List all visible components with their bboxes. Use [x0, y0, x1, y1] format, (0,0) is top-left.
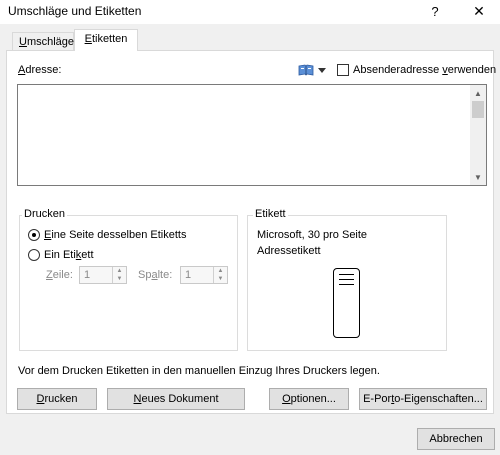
close-button[interactable]: ✕ [464, 0, 494, 22]
print-button[interactable]: Drucken [17, 388, 97, 410]
label-vendor-text: Microsoft, 30 pro Seite [257, 229, 368, 241]
print-hint: Vor dem Drucken Etiketten in den manuell… [18, 365, 380, 377]
tab-etiketten[interactable]: Etiketten [74, 29, 138, 51]
eporto-properties-button[interactable]: E-Por t o-Eigenschaften... [359, 388, 487, 410]
column-value: 1 [185, 269, 192, 281]
label-type-text: Adressetikett [257, 245, 321, 257]
row-spinner[interactable]: 1 ▲ ▼ [79, 266, 127, 284]
preview-line [339, 274, 354, 275]
radio-single-label[interactable] [28, 249, 40, 261]
label-group-label: Etikett [253, 208, 288, 220]
help-button[interactable]: ? [420, 0, 450, 22]
scroll-down-icon[interactable]: ▼ [470, 169, 486, 185]
sender-address-label[interactable]: Absenderadresse verwenden [353, 64, 496, 76]
preview-line [339, 284, 354, 285]
print-group-label: Drucken [22, 208, 67, 220]
column-label: Spalte: [138, 269, 173, 281]
spinner-arrows-icon[interactable]: ▲ ▼ [213, 267, 227, 283]
label-preview-icon[interactable] [333, 268, 360, 338]
address-textarea[interactable] [17, 84, 487, 186]
new-document-button[interactable]: Neues Dokument [107, 388, 245, 410]
sender-address-checkbox[interactable] [337, 64, 349, 76]
row-label: Zeile: [46, 269, 73, 281]
radio-selected-dot [32, 233, 36, 237]
tab-umschlaege[interactable]: Umschläge [12, 32, 74, 50]
scroll-up-icon[interactable]: ▲ [470, 85, 486, 101]
column-spinner[interactable]: 1 ▲ ▼ [180, 266, 228, 284]
window-title: Umschläge und Etiketten [8, 4, 142, 18]
radio-full-page[interactable] [28, 229, 40, 241]
options-button[interactable]: Optionen... [269, 388, 349, 410]
radio-single-label-label[interactable]: Ein Etikett [44, 249, 94, 261]
cancel-button[interactable]: Abbrechen [417, 428, 495, 450]
preview-line [339, 279, 354, 280]
radio-full-page-label[interactable]: Eine Seite desselben Etiketts [44, 229, 186, 241]
address-label: Adresse: [18, 64, 62, 76]
chevron-down-icon[interactable] [318, 68, 326, 73]
scrollbar-thumb[interactable] [472, 101, 484, 118]
spinner-arrows-icon[interactable]: ▲ ▼ [112, 267, 126, 283]
row-value: 1 [84, 269, 91, 281]
address-book-icon[interactable] [298, 64, 314, 76]
